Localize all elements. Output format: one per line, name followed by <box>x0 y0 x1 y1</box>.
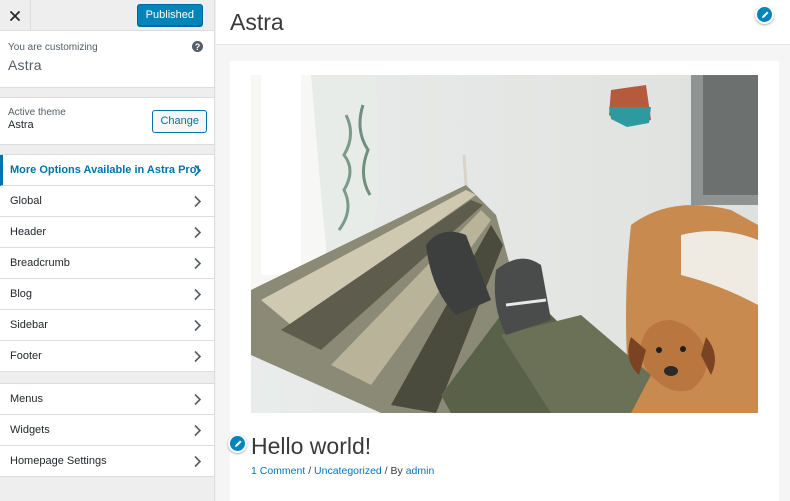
chevron-right-icon <box>194 195 202 208</box>
active-theme-section: Active theme Astra Change <box>0 98 214 145</box>
sidebar-item-label: Menus <box>10 393 44 405</box>
chevron-right-icon <box>194 393 202 406</box>
sidebar-item-label: Global <box>10 195 42 207</box>
chevron-right-icon <box>194 288 202 301</box>
help-icon[interactable]: ? <box>192 41 203 52</box>
site-header: Astra <box>216 0 790 45</box>
close-customizer-button[interactable] <box>0 0 31 31</box>
section-divider <box>0 88 214 98</box>
chevron-right-icon <box>194 226 202 239</box>
sidebar-item-breadcrumb[interactable]: Breadcrumb <box>0 248 214 279</box>
pencil-icon <box>761 11 768 18</box>
post-article: Hello world! 1 Comment / Uncategorized /… <box>228 61 779 501</box>
chevron-right-icon <box>194 164 202 177</box>
sidebar-item-header[interactable]: Header <box>0 217 214 248</box>
publish-button[interactable]: Published <box>136 4 203 26</box>
featured-image[interactable] <box>251 75 758 413</box>
chevron-right-icon <box>194 257 202 270</box>
astra-pro-label: More Options Available in Astra Pro! <box>10 164 201 176</box>
sidebar-item-blog[interactable]: Blog <box>0 279 214 310</box>
section-divider <box>0 372 214 384</box>
post-meta: 1 Comment / Uncategorized / By admin <box>251 465 434 477</box>
close-icon <box>10 10 20 21</box>
post-title[interactable]: Hello world! <box>251 433 371 460</box>
chevron-right-icon <box>194 319 202 332</box>
site-preview: Astra Hello world! 1 Comment / Uncategor… <box>216 0 790 501</box>
hammock-photo <box>251 75 758 413</box>
sidebar-item-label: Header <box>10 226 47 238</box>
comments-link[interactable]: 1 Comment <box>251 465 305 477</box>
chevron-right-icon <box>194 350 202 363</box>
sidebar-item-footer[interactable]: Footer <box>0 341 214 372</box>
sidebar-item-global[interactable]: Global <box>0 186 214 217</box>
customizer-sidebar: Published You are customizing Astra ? Ac… <box>0 0 215 501</box>
customizing-theme-name: Astra <box>8 57 42 73</box>
site-title[interactable]: Astra <box>230 9 284 36</box>
customizer-header: Published <box>0 0 214 31</box>
meta-separator: / <box>305 465 315 477</box>
sidebar-item-sidebar[interactable]: Sidebar <box>0 310 214 341</box>
change-theme-button[interactable]: Change <box>152 110 207 133</box>
chevron-right-icon <box>194 424 202 437</box>
sidebar-item-label: Sidebar <box>10 319 48 331</box>
author-link[interactable]: admin <box>406 465 435 477</box>
sidebar-item-label: Widgets <box>10 424 50 436</box>
sidebar-item-label: Breadcrumb <box>10 257 70 269</box>
customizing-info: You are customizing Astra ? <box>0 31 214 88</box>
sidebar-item-widgets[interactable]: Widgets <box>0 415 214 446</box>
post-edit-shortcut[interactable] <box>228 434 247 453</box>
section-divider <box>0 145 214 155</box>
sidebar-item-homepage-settings[interactable]: Homepage Settings <box>0 446 214 477</box>
header-edit-shortcut[interactable] <box>755 5 774 24</box>
astra-pro-item[interactable]: More Options Available in Astra Pro! <box>0 155 214 186</box>
sidebar-item-label: Footer <box>10 350 42 362</box>
sidebar-item-menus[interactable]: Menus <box>0 384 214 415</box>
category-link[interactable]: Uncategorized <box>314 465 382 477</box>
pencil-icon <box>234 440 241 447</box>
meta-separator: / By <box>381 465 406 477</box>
sidebar-item-label: Homepage Settings <box>10 455 107 467</box>
sidebar-item-label: Blog <box>10 288 33 300</box>
customizing-label: You are customizing <box>8 42 98 53</box>
chevron-right-icon <box>194 455 202 468</box>
